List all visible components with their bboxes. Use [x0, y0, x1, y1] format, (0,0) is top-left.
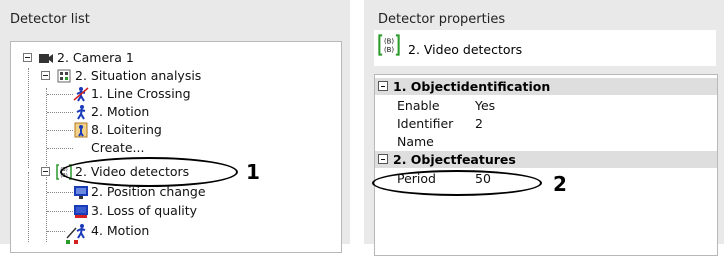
position-change-icon — [74, 186, 88, 199]
video-detectors-icon: (B)(B) — [378, 34, 400, 56]
loitering-icon — [74, 122, 88, 138]
tree-item-line-crossing[interactable]: 1. Line Crossing — [11, 85, 331, 103]
property-row-name[interactable]: Name — [375, 133, 717, 150]
svg-text:(B): (B) — [384, 38, 394, 46]
tree-item-loitering[interactable]: 8. Loitering — [11, 121, 331, 139]
tree-label: 2. Situation analysis — [75, 68, 202, 83]
group-label: 1. Objectidentification — [393, 79, 551, 94]
callout-2: 2 — [553, 172, 567, 196]
property-group-identification[interactable]: 1. Objectidentification — [375, 78, 717, 95]
property-group-features[interactable]: 2. Objectfeatures — [375, 151, 717, 168]
detector-list-title: Detector list — [10, 12, 90, 27]
tree-label: Create... — [91, 140, 145, 155]
detector-tree[interactable]: 2. Camera 1 2. Situation analysis 1. Lin… — [10, 41, 342, 253]
camera-icon — [39, 54, 53, 63]
tree-label: 4. Motion — [91, 223, 150, 238]
highlight-oval-2 — [372, 170, 542, 196]
property-key: Identifier — [397, 116, 454, 131]
loss-of-quality-icon — [74, 205, 88, 218]
group-label: 2. Objectfeatures — [393, 152, 516, 167]
tree-item-loss-of-quality[interactable]: 3. Loss of quality — [11, 202, 331, 220]
motion-icon — [76, 105, 86, 120]
collapse-toggle-icon[interactable] — [41, 71, 50, 80]
tree-item-motion[interactable]: 2. Motion — [11, 103, 331, 121]
tree-label: 8. Loitering — [91, 122, 162, 137]
motion-icon — [66, 224, 86, 239]
partial-icon — [66, 240, 70, 244]
tree-item-motion-4[interactable]: 4. Motion — [11, 222, 331, 240]
highlight-oval-1 — [60, 157, 238, 187]
selected-object-header: (B) (B) 2. Video detectors — [374, 30, 716, 66]
property-key: Name — [397, 134, 434, 149]
svg-text:(B): (B) — [384, 46, 394, 54]
detector-list-panel: Detector list 2. Camera 1 2. Situation a… — [0, 0, 350, 253]
line-crossing-icon — [73, 87, 89, 102]
property-value[interactable]: 2 — [475, 115, 483, 132]
situation-analysis-icon — [57, 69, 71, 83]
tree-label: 1. Line Crossing — [91, 86, 191, 101]
detector-properties-panel: Detector properties (B) (B) 2. Video dete… — [364, 0, 724, 256]
tree-label: 3. Loss of quality — [91, 203, 198, 218]
collapse-toggle-icon[interactable] — [23, 53, 32, 62]
collapse-toggle-icon[interactable] — [41, 167, 50, 176]
tree-item-create[interactable]: Create... — [11, 139, 331, 157]
tree-label: 2. Camera 1 — [57, 50, 134, 65]
property-row-identifier[interactable]: Identifier 2 — [375, 115, 717, 132]
collapse-toggle-icon[interactable] — [378, 81, 388, 91]
selected-object-label: 2. Video detectors — [408, 42, 523, 57]
property-key: Enable — [397, 98, 440, 113]
property-grid[interactable]: 1. Objectidentification Enable Yes Ident… — [374, 74, 718, 256]
tree-item-camera[interactable]: 2. Camera 1 — [11, 49, 331, 67]
property-row-enable[interactable]: Enable Yes — [375, 97, 717, 114]
property-value[interactable]: Yes — [475, 97, 495, 114]
collapse-toggle-icon[interactable] — [378, 154, 388, 164]
tree-item-situation-analysis[interactable]: 2. Situation analysis — [11, 67, 331, 85]
tree-label: 2. Motion — [91, 104, 150, 119]
partial-icon — [74, 240, 78, 244]
callout-1: 1 — [246, 160, 260, 184]
detector-properties-title: Detector properties — [378, 12, 506, 27]
